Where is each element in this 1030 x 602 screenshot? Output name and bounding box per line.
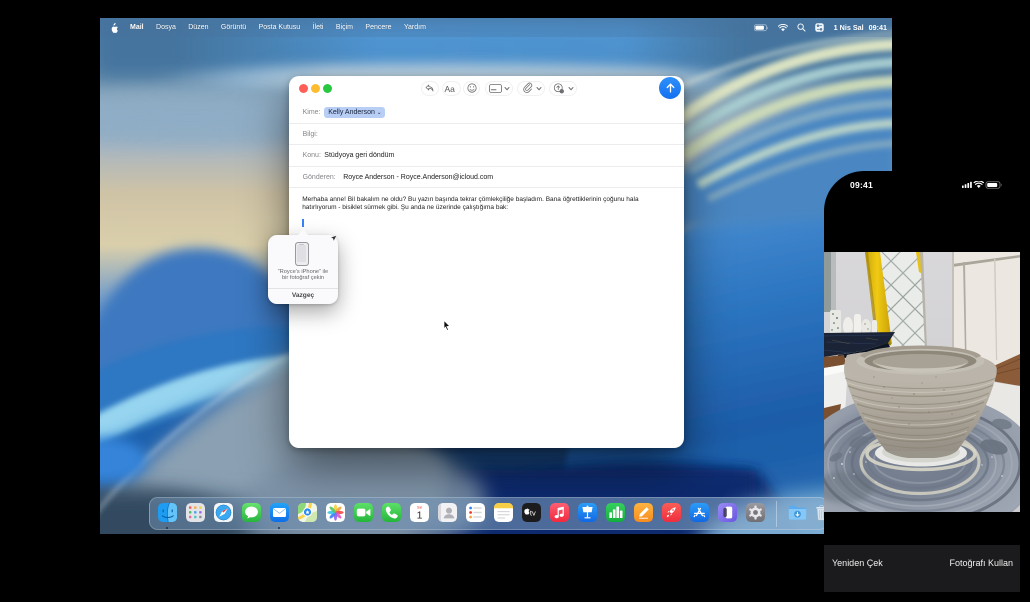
svg-text:tv: tv	[529, 509, 535, 518]
svg-text:1: 1	[416, 510, 422, 522]
